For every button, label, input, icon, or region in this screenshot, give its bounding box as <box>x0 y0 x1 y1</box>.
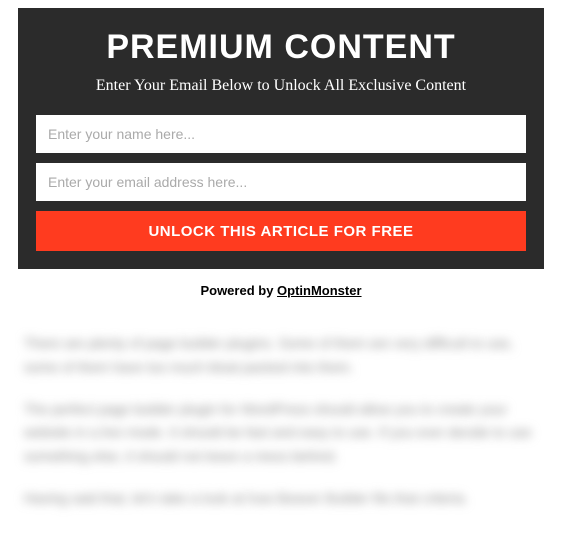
optin-subtitle: Enter Your Email Below to Unlock All Exc… <box>36 77 526 95</box>
powered-by-link[interactable]: OptinMonster <box>277 283 362 298</box>
powered-by-prefix: Powered by <box>200 283 277 298</box>
name-input[interactable] <box>36 115 526 153</box>
optin-box: PREMIUM CONTENT Enter Your Email Below t… <box>18 8 544 269</box>
optin-title: PREMIUM CONTENT <box>36 28 526 67</box>
blurred-content: There are plenty of page builder plugins… <box>24 332 538 511</box>
blurred-paragraph: Having said that, let's take a look at h… <box>24 487 538 511</box>
powered-by: Powered by OptinMonster <box>0 283 562 298</box>
blurred-paragraph: There are plenty of page builder plugins… <box>24 332 538 380</box>
email-input[interactable] <box>36 163 526 201</box>
unlock-button[interactable]: UNLOCK THIS ARTICLE FOR FREE <box>36 211 526 251</box>
blurred-paragraph: The perfect page builder plugin for Word… <box>24 398 538 469</box>
